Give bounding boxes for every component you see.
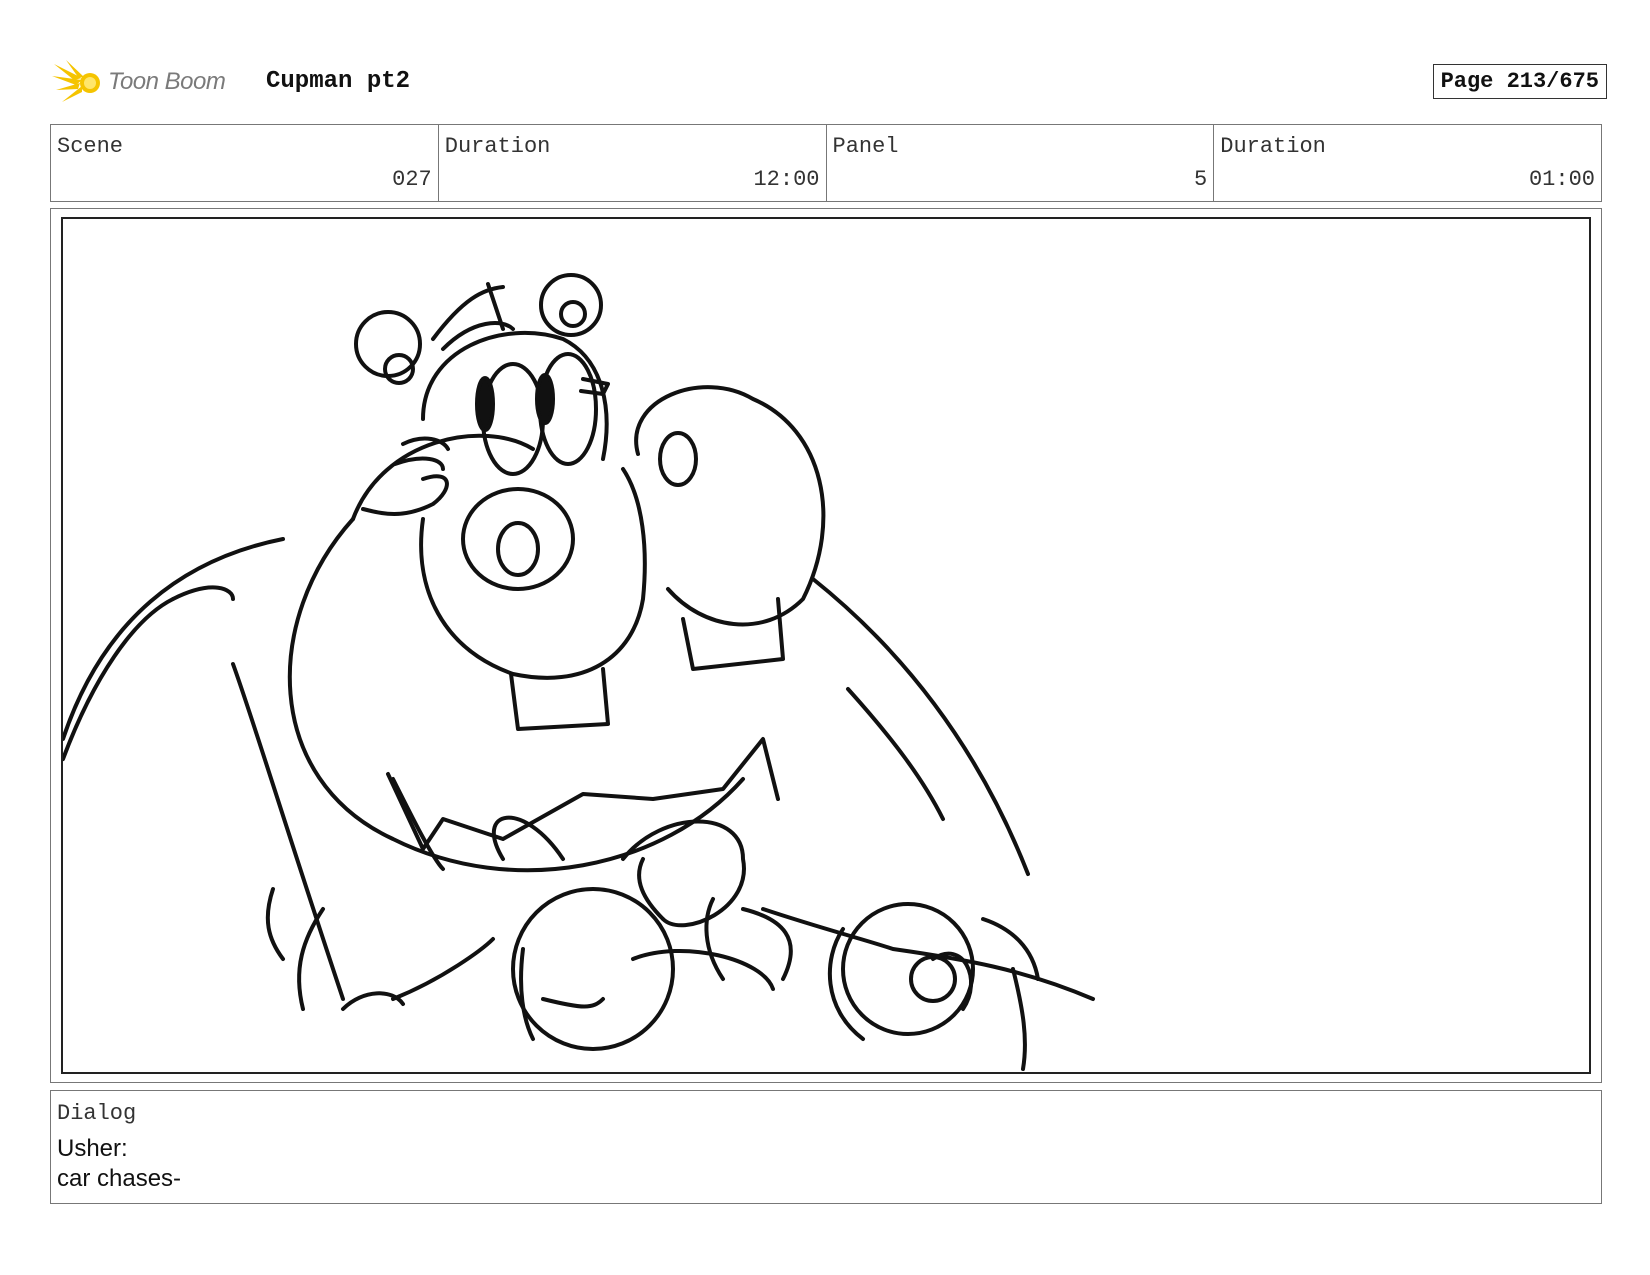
dialog-box: Dialog Usher: car chases- xyxy=(50,1090,1602,1204)
project-title: Cupman pt2 xyxy=(266,68,411,95)
page-number: Page 213/675 xyxy=(1432,64,1607,99)
page-header: Toon Boom Cupman pt2 Page 213/675 xyxy=(52,56,1607,108)
scene-info-row: Scene 027 Duration 12:00 Panel 5 Duratio… xyxy=(50,124,1602,202)
storyboard-panel xyxy=(50,208,1602,1083)
hippo-sketch-drawing xyxy=(63,273,1095,1071)
dialog-line-1: Usher: xyxy=(57,1135,128,1162)
scene-duration-cell: Duration 12:00 xyxy=(439,125,827,201)
panel-cell: Panel 5 xyxy=(827,125,1215,201)
toon-boom-sunburst-icon xyxy=(52,60,100,102)
toon-boom-logo: Toon Boom xyxy=(52,58,252,106)
dialog-label: Dialog xyxy=(57,1101,137,1126)
panel-duration-label: Duration xyxy=(1220,134,1326,159)
panel-duration-value: 01:00 xyxy=(1528,167,1595,192)
panel-value: 5 xyxy=(1194,167,1208,192)
panel-duration-cell: Duration 01:00 xyxy=(1214,125,1601,201)
scene-duration-label: Duration xyxy=(444,134,551,159)
panel-drawing-area xyxy=(61,217,1591,1074)
dialog-line-2: car chases- xyxy=(57,1165,182,1192)
panel-label: Panel xyxy=(832,134,899,159)
scene-cell: Scene 027 xyxy=(51,125,439,201)
scene-duration-value: 12:00 xyxy=(753,167,820,192)
scene-value: 027 xyxy=(392,167,432,192)
logo-wordmark: Toon Boom xyxy=(108,68,226,95)
scene-label: Scene xyxy=(57,134,124,159)
